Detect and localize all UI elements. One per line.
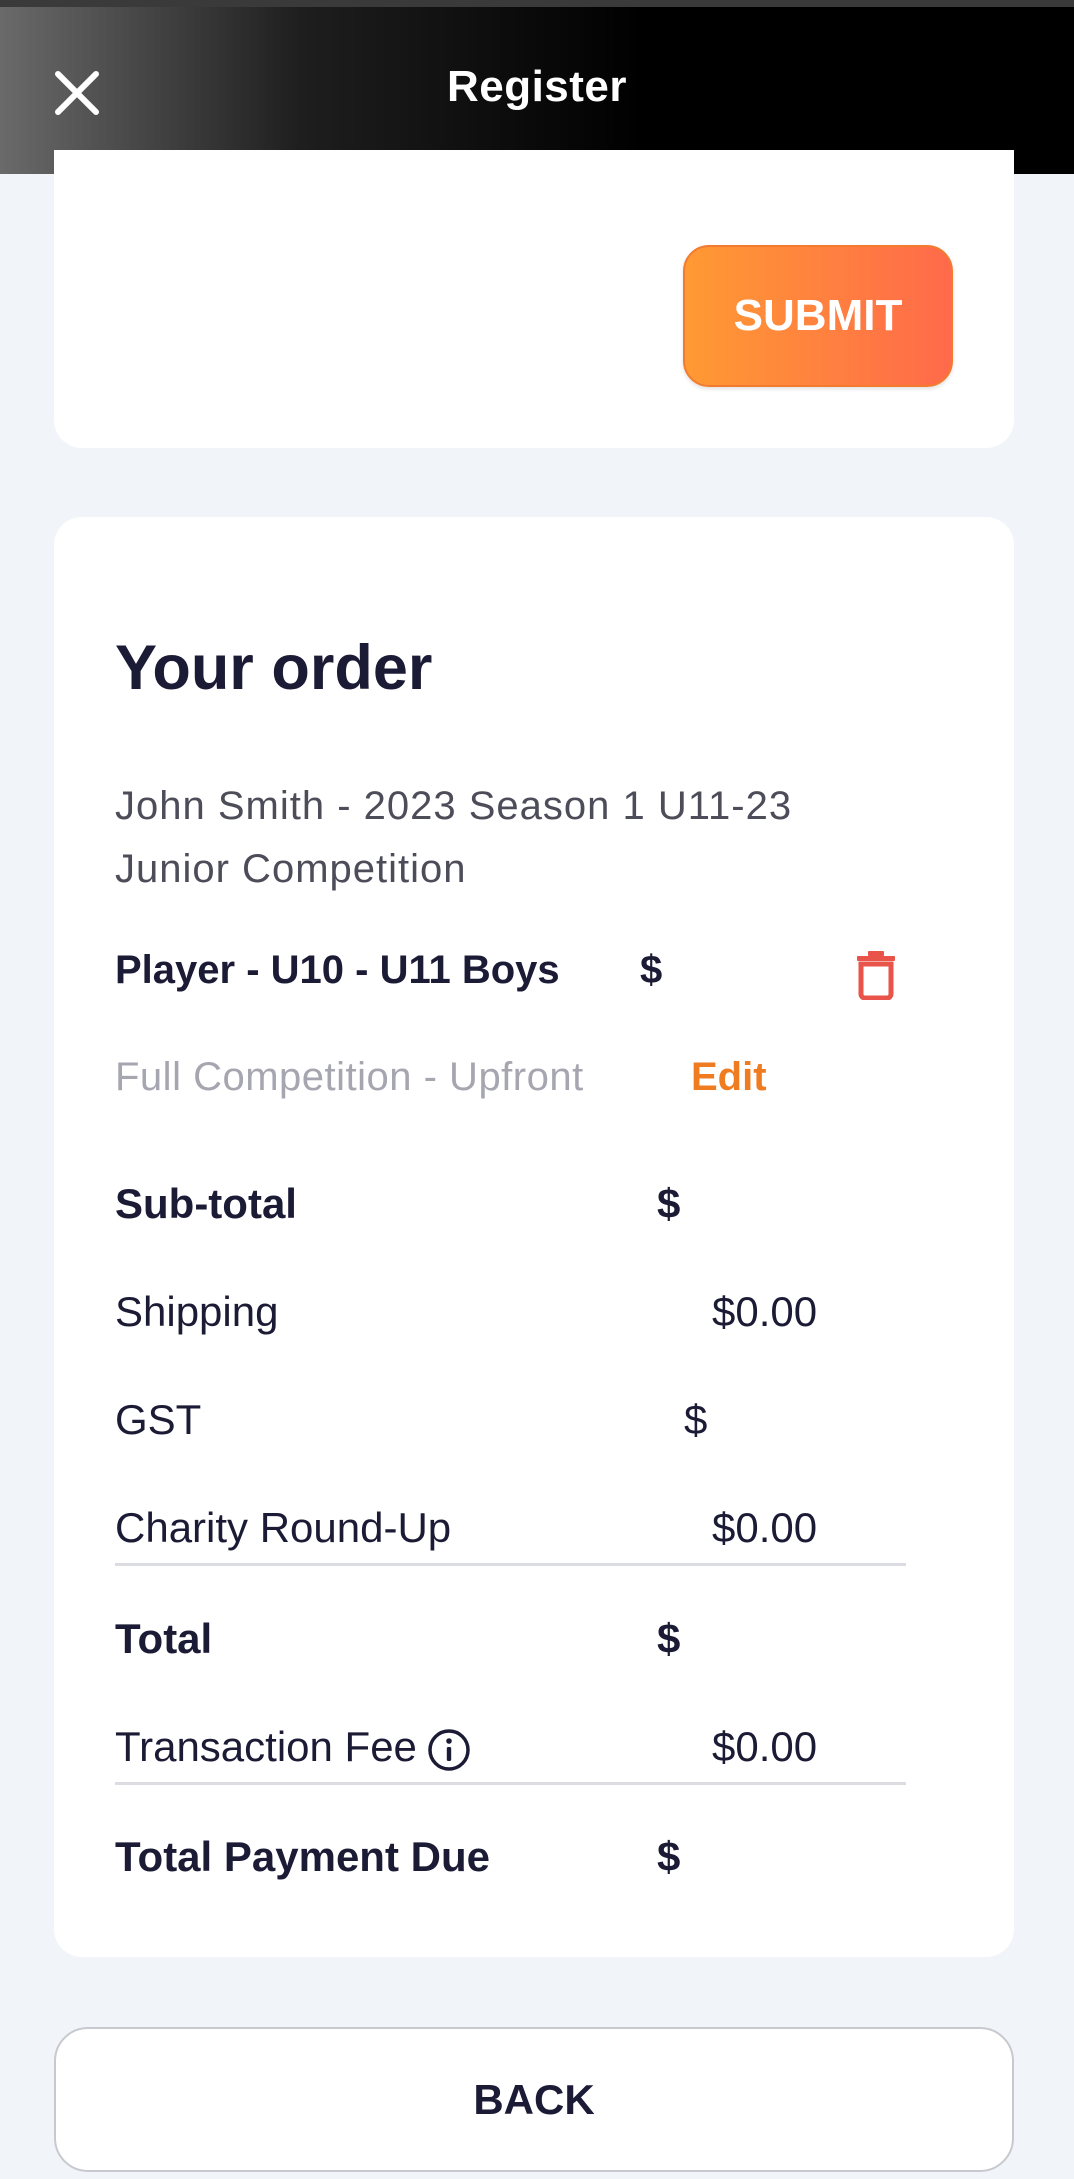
edit-item-link[interactable]: Edit: [691, 1055, 767, 1100]
charity-label: Charity Round-Up: [115, 1504, 452, 1551]
gst-label: GST: [115, 1396, 202, 1443]
item-price: $: [640, 948, 663, 992]
transaction-fee-value: $0.00: [712, 1723, 818, 1770]
gst-value: $: [684, 1396, 708, 1443]
shipping-label: Shipping: [115, 1288, 279, 1335]
order-title: Your order: [115, 633, 433, 703]
total-due-label: Total Payment Due: [115, 1833, 490, 1880]
total-due-value: $: [657, 1833, 681, 1880]
item-option: Full Competition - Upfront: [115, 1055, 584, 1099]
submit-button[interactable]: SUBMIT: [683, 245, 953, 387]
subtotal-value: $: [657, 1180, 681, 1227]
trash-icon: [857, 951, 895, 1001]
app-header: Register: [0, 0, 1074, 174]
divider: [115, 1782, 906, 1785]
info-icon[interactable]: [427, 1728, 471, 1772]
divider: [115, 1563, 906, 1566]
status-strip: [0, 0, 1074, 7]
delete-item-button[interactable]: [854, 950, 898, 1001]
transaction-fee-text: Transaction Fee: [115, 1723, 417, 1770]
total-value: $: [657, 1615, 681, 1662]
item-name: Player - U10 - U11 Boys: [115, 948, 560, 992]
back-button[interactable]: BACK: [54, 2027, 1014, 2172]
charity-value: $0.00: [712, 1504, 818, 1551]
subtotal-label: Sub-total: [115, 1180, 297, 1227]
page-title: Register: [446, 62, 628, 111]
order-description: John Smith - 2023 Season 1 U11-23 Junior…: [115, 784, 793, 891]
total-label: Total: [115, 1615, 213, 1662]
transaction-fee-label: Transaction Fee: [115, 1723, 471, 1772]
shipping-value: $0.00: [712, 1288, 818, 1335]
